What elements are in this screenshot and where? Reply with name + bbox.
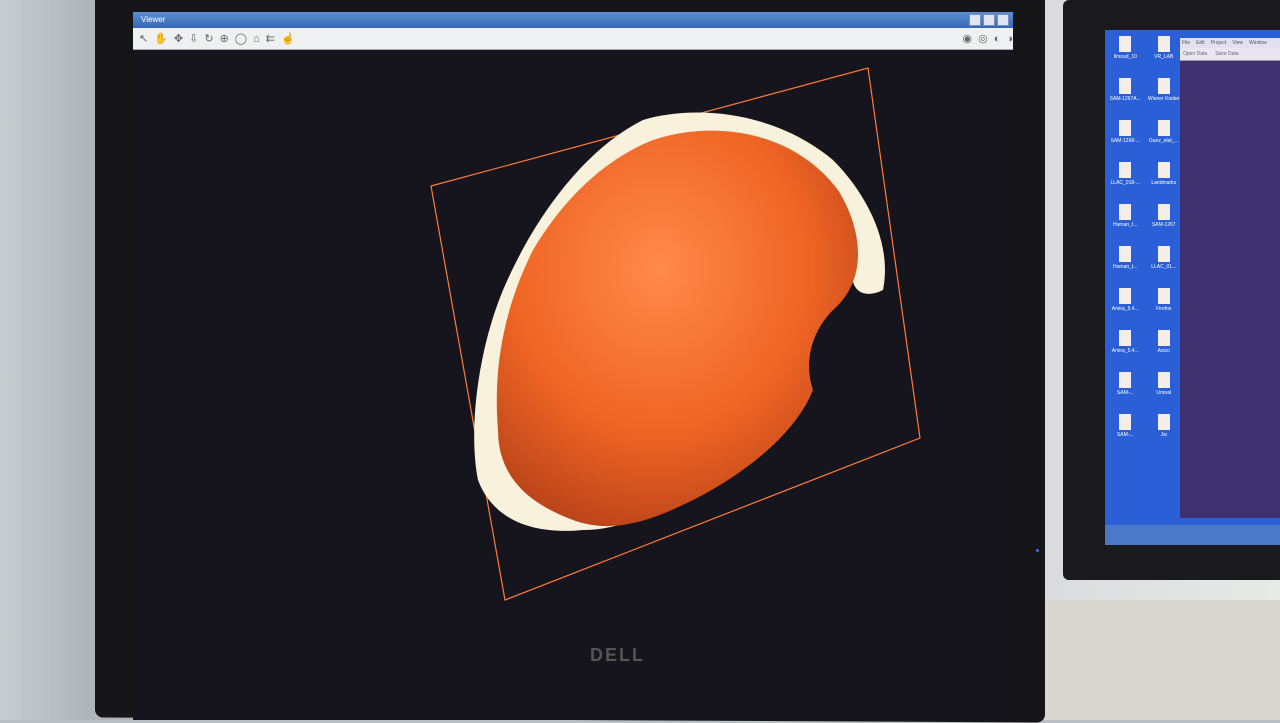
toolbar-open-data-button[interactable]: Open Data — [1183, 51, 1207, 57]
desktop-icon[interactable]: Firefox — [1146, 288, 1183, 312]
monitor-brand-logo: DELL — [590, 645, 645, 665]
viewer-title: Viewer — [141, 15, 166, 24]
desktop-icon-label: Firefox — [1156, 306, 1172, 312]
file-icon — [1157, 120, 1170, 136]
file-icon — [1119, 204, 1132, 220]
desktop-icon-label: Amira_5.4... — [1111, 348, 1139, 354]
desktop-icons: Ilmoud_10 VR_LAB SAM-1267A... Wiener Kinder… — [1105, 30, 1184, 444]
view-side-icon[interactable]: ◐ — [994, 33, 1001, 45]
view-back-icon[interactable]: ◎ — [978, 32, 988, 45]
menu-edit[interactable]: Edit — [1196, 40, 1205, 46]
file-icon — [1157, 36, 1170, 52]
viewer-toolbar: ↖ ✋ ✥ ⇩ ↻ ⊕ ◯ ⌂ ⇇ ☝ ◉ ◎ ◐ ◑ — [133, 28, 1013, 50]
desktop-icon[interactable]: SAM-... — [1107, 414, 1144, 438]
pointer-icon[interactable]: ↖ — [139, 32, 148, 45]
file-icon — [1157, 288, 1170, 304]
desktop-icon[interactable]: LLAC_01... — [1146, 246, 1183, 270]
menu-window[interactable]: Window — [1249, 40, 1267, 46]
desktop-icon[interactable]: Unreal — [1146, 372, 1183, 396]
menu-view[interactable]: View — [1232, 40, 1243, 46]
file-icon — [1119, 162, 1132, 178]
viewer-titlebar: Viewer — [133, 12, 1013, 28]
desktop-icon[interactable]: Wiener Kinder — [1146, 78, 1183, 102]
3d-viewport[interactable] — [133, 50, 1013, 720]
file-icon — [1157, 372, 1170, 388]
desktop-icon[interactable]: VR_LAB — [1146, 36, 1183, 60]
desktop-icon[interactable]: SAM-... — [1107, 372, 1144, 396]
app-toolbar: Open Data Save Data — [1180, 48, 1280, 61]
menu-project[interactable]: Project — [1211, 40, 1227, 46]
toolbar-save-data-button[interactable]: Save Data — [1215, 51, 1238, 57]
desktop-icon-label: Wiener Kinder — [1147, 96, 1180, 102]
file-icon — [1119, 330, 1132, 346]
desktop-icon-label: SAM-1267A... — [1109, 96, 1141, 102]
main-screen: Viewer ↖ ✋ ✥ ⇩ ↻ ⊕ ◯ ⌂ ⇇ ☝ ◉ ◎ ◐ ◑ — [133, 12, 1013, 720]
file-icon — [1119, 36, 1132, 52]
file-icon — [1157, 414, 1170, 430]
file-icon — [1157, 162, 1170, 178]
close-button[interactable] — [997, 14, 1009, 26]
file-icon — [1119, 246, 1132, 262]
desktop-icon[interactable]: Gunz_etal_... — [1146, 120, 1183, 144]
second-app-window: File Edit Project View Window Open Data Save … — [1180, 38, 1280, 518]
desktop-icon-label: VR_LAB — [1154, 54, 1174, 60]
file-icon — [1119, 120, 1132, 136]
desktop-icon-label: Avizo — [1157, 348, 1170, 354]
pan-down-icon[interactable]: ⇩ — [189, 32, 198, 45]
endocast-surface — [496, 130, 858, 527]
minimize-button[interactable] — [969, 14, 981, 26]
file-icon — [1157, 330, 1170, 346]
maximize-button[interactable] — [983, 14, 995, 26]
pick-icon[interactable]: ☝ — [281, 32, 295, 45]
desktop-icon-label: Human_t... — [1113, 264, 1138, 270]
hand-icon[interactable]: ✋ — [154, 32, 168, 45]
desktop-icon-label: SAM-... — [1116, 432, 1134, 438]
desktop-icon[interactable]: Jw — [1146, 414, 1183, 438]
desktop-icon[interactable]: Landmarks — [1146, 162, 1183, 186]
view-top-icon[interactable]: ◑ — [1006, 33, 1013, 45]
desktop-icon-label: SAM-... — [1116, 390, 1134, 396]
file-icon — [1119, 372, 1132, 388]
desktop-icon-label: SAM-1268-... — [1110, 138, 1140, 144]
zoom-icon[interactable]: ⊕ — [220, 32, 229, 45]
second-screen: Ilmoud_10 VR_LAB SAM-1267A... Wiener Kinder… — [1105, 30, 1280, 545]
desktop-icon[interactable]: Amira_5.4... — [1107, 330, 1144, 354]
desktop-icon[interactable]: Avizo — [1146, 330, 1183, 354]
home-icon[interactable]: ⌂ — [253, 33, 260, 45]
desktop-icon-label: Unreal — [1156, 390, 1172, 396]
desktop-icon[interactable]: Ilmoud_10 — [1107, 36, 1144, 60]
rotate-icon[interactable]: ↻ — [204, 32, 213, 45]
desktop-icon-label: Human_t... — [1113, 222, 1138, 228]
desktop-icon[interactable]: SAM-1267 — [1146, 204, 1183, 228]
desktop-icon[interactable]: SAM-1268-... — [1107, 120, 1144, 144]
desktop-icon-label: LLAC_01... — [1151, 264, 1177, 270]
file-icon — [1157, 204, 1170, 220]
desktop-icon[interactable]: Human_t... — [1107, 246, 1144, 270]
desktop-icon-label: SAM-1267 — [1151, 222, 1176, 228]
seek-icon[interactable]: ⇇ — [266, 32, 275, 45]
desktop-icon-label: Ilmoud_10 — [1113, 54, 1137, 60]
desktop-icon-label: LLAC_018-... — [1110, 180, 1140, 186]
lasso-icon[interactable]: ◯ — [235, 32, 247, 45]
desktop-icon-label: Jw — [1160, 432, 1167, 438]
menu-file[interactable]: File — [1182, 40, 1190, 46]
file-icon — [1157, 78, 1170, 94]
desktop-icon[interactable]: Human_t... — [1107, 204, 1144, 228]
desktop-icon[interactable]: LLAC_018-... — [1107, 162, 1144, 186]
desktop-icon-label: Amira_5.4... — [1111, 306, 1139, 312]
power-led — [1036, 549, 1039, 552]
file-icon — [1119, 414, 1132, 430]
app-menubar: File Edit Project View Window — [1180, 38, 1280, 48]
file-icon — [1157, 246, 1170, 262]
desktop-icon[interactable]: Amira_5.4... — [1107, 288, 1144, 312]
desktop-icon-label: Landmarks — [1151, 180, 1177, 186]
move-icon[interactable]: ✥ — [174, 32, 183, 45]
file-icon — [1119, 288, 1132, 304]
desktop-icon-label: Gunz_etal_... — [1148, 138, 1179, 144]
file-icon — [1119, 78, 1132, 94]
view-front-icon[interactable]: ◉ — [962, 32, 972, 45]
taskbar — [1105, 525, 1280, 545]
desktop-icon[interactable]: SAM-1267A... — [1107, 78, 1144, 102]
